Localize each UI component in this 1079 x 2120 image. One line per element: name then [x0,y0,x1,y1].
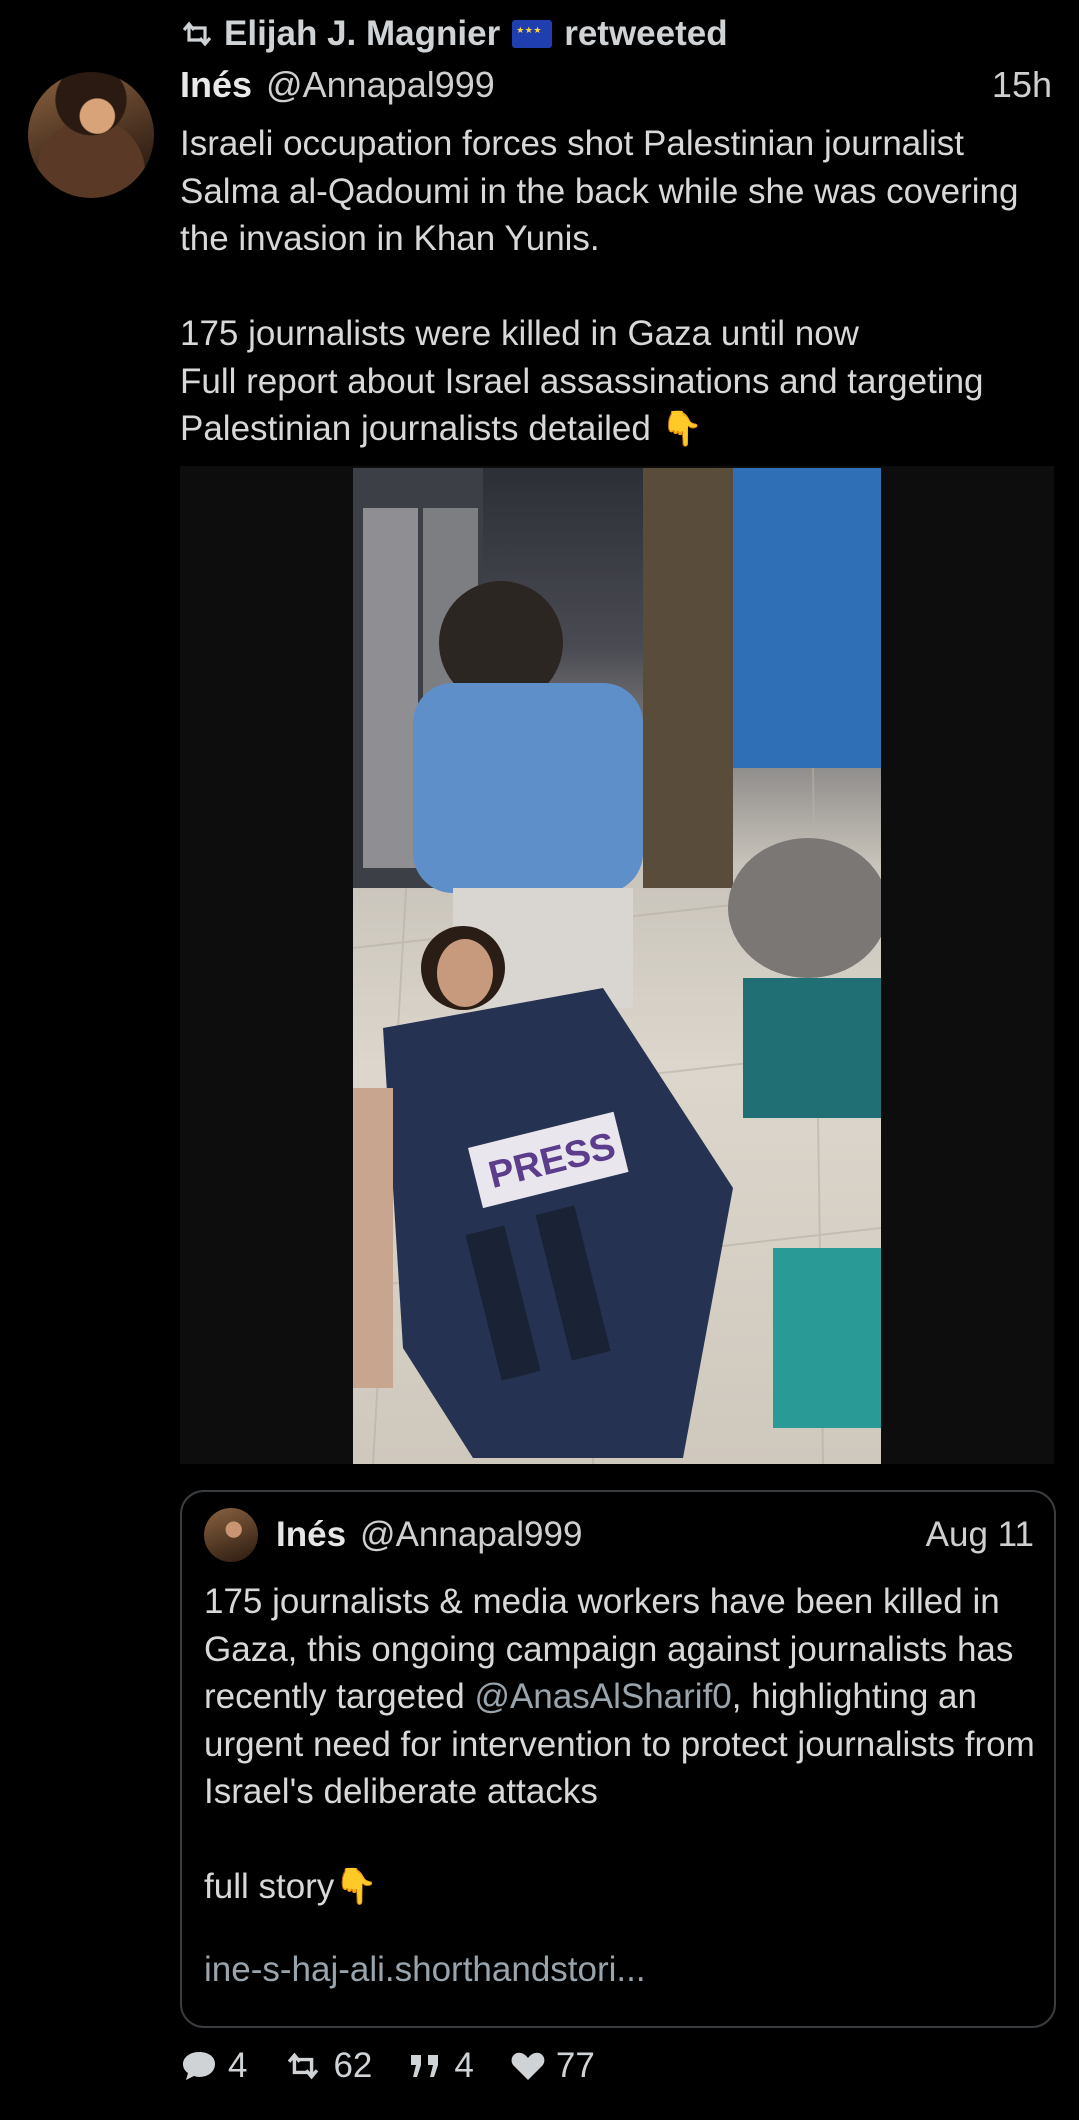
pointing-down-emoji: 👇 [334,1867,378,1906]
author-avatar[interactable] [28,72,154,198]
retweet-count: 62 [333,2046,373,2085]
quoted-author-name[interactable]: Inés [276,1515,346,1555]
retweeter-name[interactable]: Elijah J. Magnier [224,14,500,54]
photo-illustration: PRESS [353,468,881,1464]
like-button[interactable]: 77 [510,2046,595,2086]
author-name[interactable]: Inés [180,64,252,106]
heart-icon [511,2052,545,2080]
tweet-header: Inés @Annapal999 15h [180,64,1052,106]
action-bar: 4 62 4 77 [180,2046,631,2086]
quoted-author-avatar[interactable] [204,1508,258,1562]
tweet-photo[interactable]: PRESS [353,468,881,1464]
like-count: 77 [555,2046,595,2085]
quoted-tweet[interactable]: Inés @Annapal999 Aug 11 175 journalists … [180,1490,1056,2028]
quoted-tweet-date[interactable]: Aug 11 [926,1515,1034,1555]
author-handle[interactable]: @Annapal999 [266,64,495,106]
quote-icon [411,2055,439,2077]
quoted-tweet-text: 175 journalists & media workers have bee… [204,1578,1044,1911]
reply-icon [183,2052,215,2080]
retweet-button[interactable]: 62 [283,2046,372,2086]
quoted-author-handle[interactable]: @Annapal999 [360,1515,582,1555]
retweet-icon [182,21,212,47]
tweet-time[interactable]: 15h [992,64,1052,106]
external-link[interactable]: ine-s-haj-ali.shorthandstori... [204,1950,646,1990]
tweet-text-content: Israeli occupation forces shot Palestini… [180,124,1019,448]
retweet-label: retweeted [564,14,728,53]
eu-flag-icon [512,20,553,48]
tweet-text: Israeli occupation forces shot Palestini… [180,120,1060,454]
reply-button[interactable]: 4 [180,2046,247,2086]
pointing-down-emoji: 👇 [660,410,703,448]
quote-button[interactable]: 4 [408,2046,474,2086]
quote-count: 4 [454,2046,474,2085]
quoted-tweet-header: Inés @Annapal999 Aug 11 [204,1508,1034,1562]
reply-count: 4 [228,2046,248,2085]
tweet-media[interactable]: PRESS [180,466,1054,1464]
mention-link[interactable]: @AnasAlSharif0 [474,1677,731,1716]
retweet-icon [288,2052,319,2080]
retweet-header[interactable]: Elijah J. Magnier retweeted [180,14,728,54]
